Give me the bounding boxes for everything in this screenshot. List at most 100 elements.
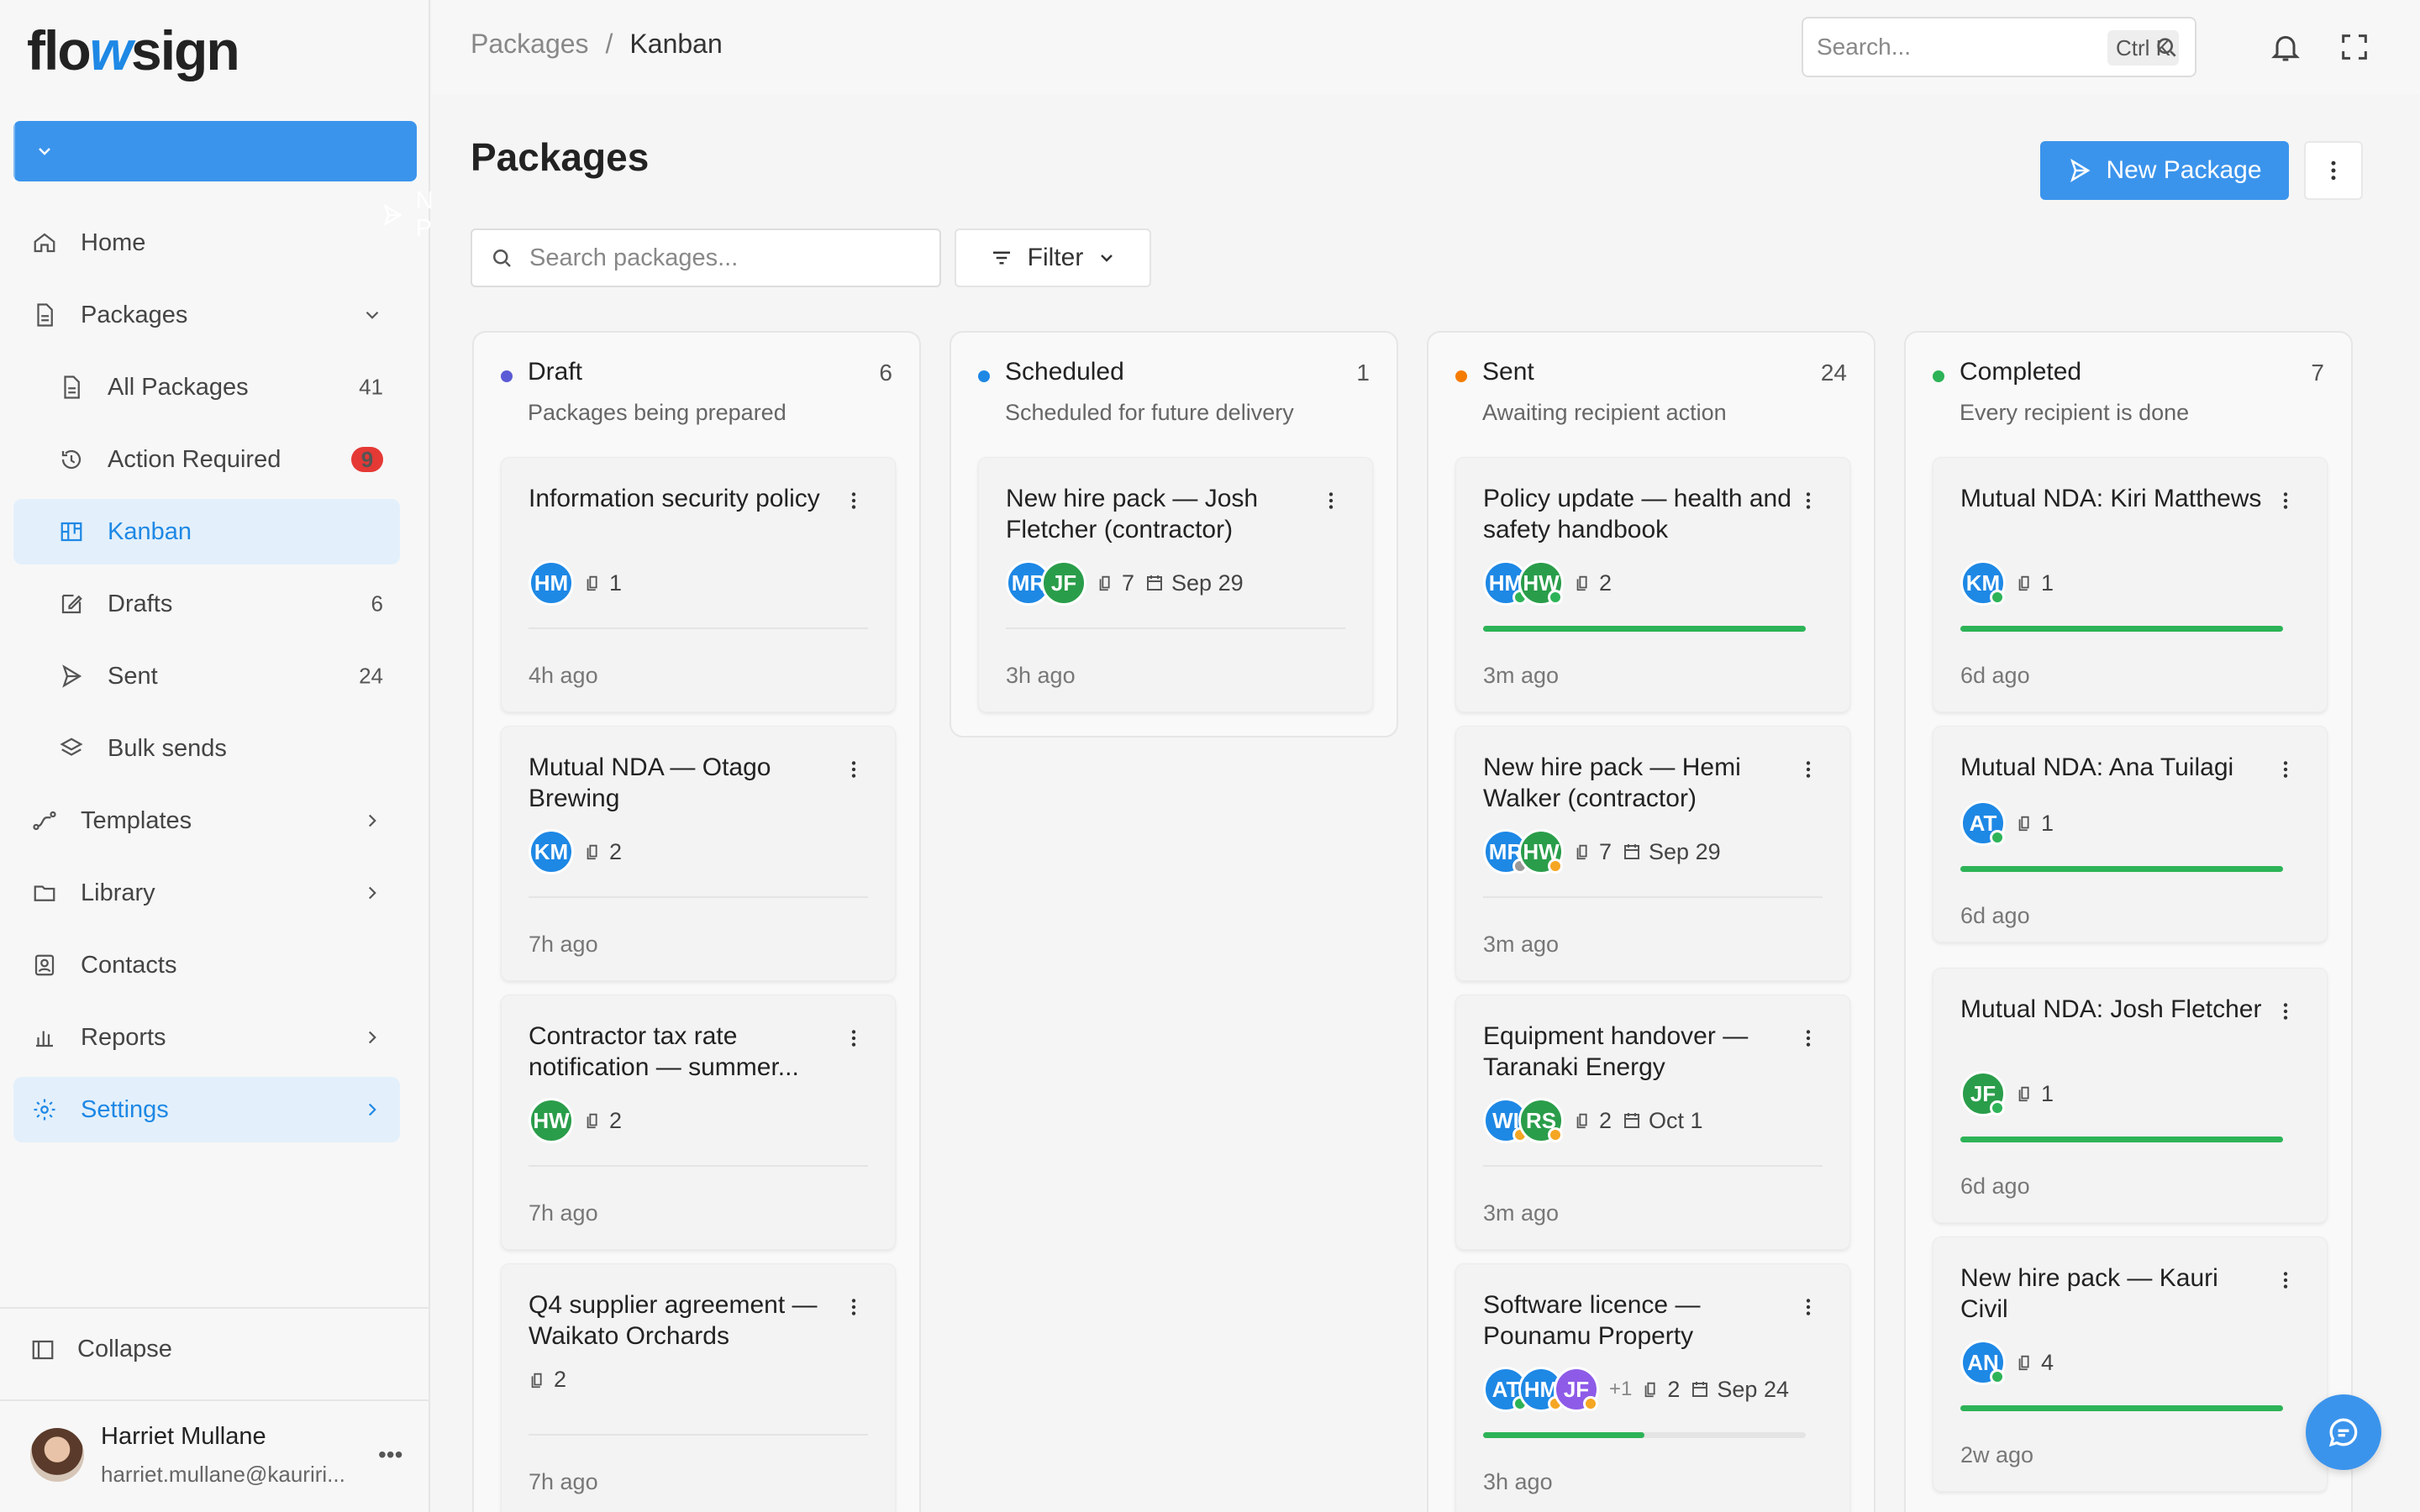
document-count: 7 [1574, 839, 1612, 865]
package-card[interactable]: Mutual NDA: Josh Fletcher JF 1 6d ago [1933, 968, 2328, 1223]
package-card[interactable]: Information security policy HM 1 4h ago [501, 457, 896, 712]
card-title: New hire pack — Kauri Civil [1960, 1264, 2218, 1323]
bell-icon[interactable] [2269, 30, 2302, 64]
sidebar-item-reports[interactable]: Reports [13, 1005, 400, 1070]
package-card[interactable]: New hire pack — Hemi Walker (contractor)… [1455, 726, 1850, 981]
more-vertical-icon[interactable] [843, 1296, 865, 1318]
avatar[interactable]: HM [529, 560, 574, 606]
document-icon [584, 1111, 602, 1130]
document-count: 2 [1642, 1377, 1680, 1403]
more-options-button[interactable] [2304, 141, 2363, 200]
card-timestamp: 3m ago [1483, 932, 1560, 957]
route-icon [30, 806, 59, 835]
card-title: Mutual NDA: Kiri Matthews [1960, 485, 2262, 512]
more-vertical-icon[interactable] [1797, 1296, 1819, 1318]
avatar[interactable]: HW [1518, 829, 1564, 874]
sidebar-item-kanban[interactable]: Kanban [13, 499, 400, 564]
card-timestamp: 6d ago [1960, 1173, 2030, 1199]
sidebar-item-drafts[interactable]: Drafts 6 [13, 571, 400, 637]
chevron-down-icon [1097, 248, 1117, 268]
avatar[interactable]: AN [1960, 1340, 2006, 1385]
more-vertical-icon[interactable] [843, 759, 865, 780]
more-vertical-icon[interactable] [1797, 759, 1819, 780]
avatar[interactable]: KM [529, 829, 574, 874]
sidebar-item-sent[interactable]: Sent 24 [13, 643, 400, 709]
collapse-button[interactable]: Collapse [30, 1336, 172, 1363]
folder-icon [30, 879, 59, 907]
package-card[interactable]: New hire pack — Kauri Civil AN 4 2w ago [1933, 1236, 2328, 1492]
more-vertical-icon[interactable] [1320, 490, 1342, 512]
progress-bar [1960, 1137, 2283, 1142]
card-timestamp: 4h ago [529, 663, 598, 688]
avatar[interactable]: JF [1554, 1367, 1599, 1412]
avatar[interactable]: RS [1518, 1098, 1564, 1143]
avatar[interactable]: JF [1960, 1071, 2006, 1116]
package-card[interactable]: Software licence — Pounamu Property AT HM J… [1455, 1263, 1850, 1512]
more-vertical-icon[interactable] [1797, 1027, 1819, 1049]
package-card[interactable]: Contractor tax rate notification — summe… [501, 995, 896, 1250]
sidebar-panel-icon [30, 1337, 55, 1362]
sidebar-item-bulk-sends[interactable]: Bulk sends [13, 716, 400, 781]
logo[interactable]: flo w sign [27, 19, 240, 81]
due-date-value: Oct 1 [1649, 1107, 1703, 1133]
more-vertical-icon[interactable] [2275, 490, 2296, 512]
more-horizontal-icon[interactable]: ••• [378, 1441, 402, 1468]
package-card[interactable]: Mutual NDA: Ana Tuilagi AT 1 6d ago [1933, 726, 2328, 942]
file-icon [57, 373, 86, 402]
recipient-status-dot [1990, 1100, 2005, 1116]
sidebar-item-all-packages[interactable]: All Packages 41 [13, 354, 400, 420]
filter-button[interactable]: Filter [955, 228, 1151, 287]
more-vertical-icon[interactable] [843, 490, 865, 512]
more-vertical-icon[interactable] [2275, 1000, 2296, 1022]
card-title: Mutual NDA — Otago Brewing [529, 753, 771, 812]
sidebar-item-templates[interactable]: Templates [13, 788, 400, 853]
new-package-dropdown[interactable] [13, 121, 74, 181]
package-search-input[interactable]: Search packages... [471, 228, 941, 287]
package-card[interactable]: Mutual NDA: Kiri Matthews KM 1 6d ago [1933, 457, 2328, 712]
package-card[interactable]: Policy update — health and safety handbo… [1455, 457, 1850, 712]
column-header: Sent 24 Awaiting recipient action [1428, 333, 1874, 459]
sidebar-item-packages[interactable]: Packages [13, 282, 400, 348]
count-badge: 24 [359, 663, 383, 689]
card-timestamp: 6d ago [1960, 663, 2030, 688]
more-vertical-icon[interactable] [2275, 759, 2296, 780]
document-count: 1 [2016, 1081, 2054, 1107]
avatar[interactable]: JF [1041, 560, 1086, 606]
card-meta: HM HW 2 [1483, 560, 1612, 606]
sidebar-item-action-required[interactable]: Action Required 9 [13, 427, 400, 492]
document-icon [2016, 1084, 2034, 1103]
avatar[interactable]: AT [1960, 801, 2006, 846]
package-card[interactable]: Equipment handover — Taranaki Energy WI RS… [1455, 995, 1850, 1250]
global-search-input[interactable]: Search... Ctrl K [1802, 17, 2196, 77]
avatar[interactable]: HW [1518, 560, 1564, 606]
card-timestamp: 3m ago [1483, 663, 1560, 688]
progress-fill [1960, 1405, 2283, 1411]
sidebar: flowsign New Package Home Packages [0, 0, 510, 1512]
breadcrumb-packages[interactable]: Packages [471, 29, 589, 60]
document-count: 2 [1574, 1108, 1612, 1134]
column-count: 7 [2311, 360, 2324, 386]
more-vertical-icon[interactable] [843, 1027, 865, 1049]
package-card[interactable]: Q4 supplier agreement — Waikato Orchards… [501, 1263, 896, 1512]
fullscreen-icon[interactable] [2338, 30, 2371, 64]
avatar[interactable]: HW [529, 1098, 574, 1143]
due-date: Sep 29 [1622, 839, 1721, 865]
sidebar-item-home[interactable]: Home [13, 210, 400, 276]
card-title: Software licence — Pounamu Property [1483, 1291, 1701, 1350]
gear-icon [30, 1095, 59, 1124]
document-icon [1574, 843, 1592, 861]
more-vertical-icon[interactable] [2275, 1269, 2296, 1291]
sidebar-item-library[interactable]: Library [13, 860, 400, 926]
avatar-group: WI RS [1483, 1098, 1564, 1143]
package-card[interactable]: New hire pack — Josh Fletcher (contracto… [978, 457, 1373, 712]
chat-button[interactable] [2306, 1394, 2381, 1470]
new-package-button[interactable]: New Package [2040, 141, 2289, 200]
progress-bar [1960, 1405, 2283, 1411]
sidebar-item-contacts[interactable]: Contacts [13, 932, 400, 998]
more-vertical-icon[interactable] [1797, 490, 1819, 512]
package-card[interactable]: Mutual NDA — Otago Brewing KM 2 7h ago [501, 726, 896, 981]
document-count-value: 7 [1599, 838, 1612, 864]
user-avatar[interactable] [30, 1428, 84, 1482]
avatar[interactable]: KM [1960, 560, 2006, 606]
sidebar-item-settings[interactable]: Settings [13, 1077, 400, 1142]
